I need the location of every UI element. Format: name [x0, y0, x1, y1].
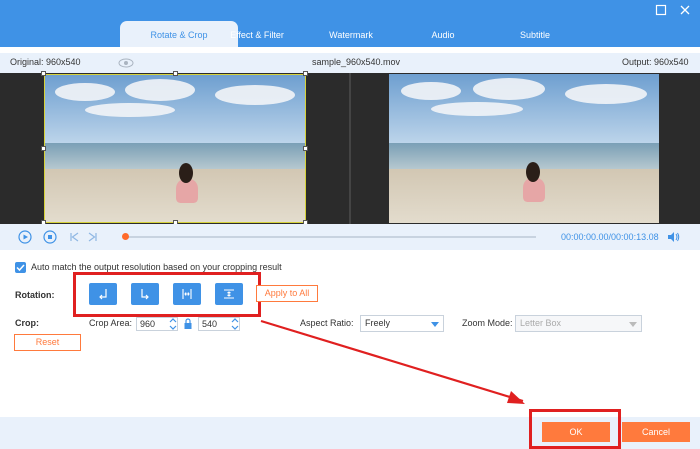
output-preview: [389, 74, 659, 223]
previous-frame-icon[interactable]: [67, 230, 81, 244]
tab-audio[interactable]: Audio: [400, 21, 486, 47]
tab-effect-filter[interactable]: Effect & Filter: [214, 21, 300, 47]
progress-handle[interactable]: [122, 233, 129, 240]
tab-watermark[interactable]: Watermark: [308, 21, 394, 47]
crop-area-label: Crop Area:: [89, 318, 133, 328]
auto-match-label: Auto match the output resolution based o…: [31, 262, 282, 272]
checkmark-icon: [16, 264, 25, 272]
cancel-button[interactable]: Cancel: [622, 422, 690, 442]
stepper-icon[interactable]: [169, 317, 177, 331]
crop-height-value: 540: [202, 319, 218, 329]
volume-icon[interactable]: [666, 230, 680, 244]
apply-to-all-button[interactable]: Apply to All: [256, 285, 318, 302]
time-display: 00:00:00.00/00:00:13.08: [561, 232, 659, 242]
info-bar: Original: 960x540 sample_960x540.mov Out…: [0, 53, 700, 73]
next-frame-icon[interactable]: [86, 230, 100, 244]
divider: [349, 73, 351, 224]
file-name: sample_960x540.mov: [312, 57, 401, 67]
crop-width-value: 960: [140, 319, 156, 329]
lock-icon[interactable]: [183, 317, 193, 331]
rotation-highlight: [73, 272, 261, 317]
reset-button[interactable]: Reset: [14, 334, 81, 351]
output-resolution: Output: 960x540: [622, 57, 689, 67]
play-icon[interactable]: [18, 230, 32, 244]
stepper-icon[interactable]: [231, 317, 239, 331]
progress-track[interactable]: [126, 236, 536, 238]
ok-highlight: [529, 409, 621, 449]
crop-handle[interactable]: [41, 71, 46, 76]
close-icon[interactable]: [678, 3, 692, 17]
crop-handle[interactable]: [303, 71, 308, 76]
eye-icon[interactable]: [118, 57, 134, 69]
crop-handle[interactable]: [173, 71, 178, 76]
crop-label: Crop:: [15, 318, 39, 328]
rotation-label: Rotation:: [15, 290, 55, 300]
preview-area: [0, 71, 700, 225]
original-preview[interactable]: [44, 74, 306, 223]
playback-controls: 00:00:00.00/00:00:13.08: [0, 224, 700, 250]
auto-match-checkbox[interactable]: [15, 262, 26, 273]
original-resolution: Original: 960x540: [10, 57, 81, 67]
chevron-down-icon: [629, 322, 637, 327]
crop-handle[interactable]: [303, 146, 308, 151]
annotation-arrow: [260, 319, 525, 404]
title-bar: Rotate & Crop Effect & Filter Watermark …: [0, 0, 700, 47]
tab-subtitle[interactable]: Subtitle: [492, 21, 578, 47]
stop-icon[interactable]: [43, 230, 57, 244]
crop-handle[interactable]: [41, 146, 46, 151]
maximize-icon[interactable]: [654, 3, 668, 17]
